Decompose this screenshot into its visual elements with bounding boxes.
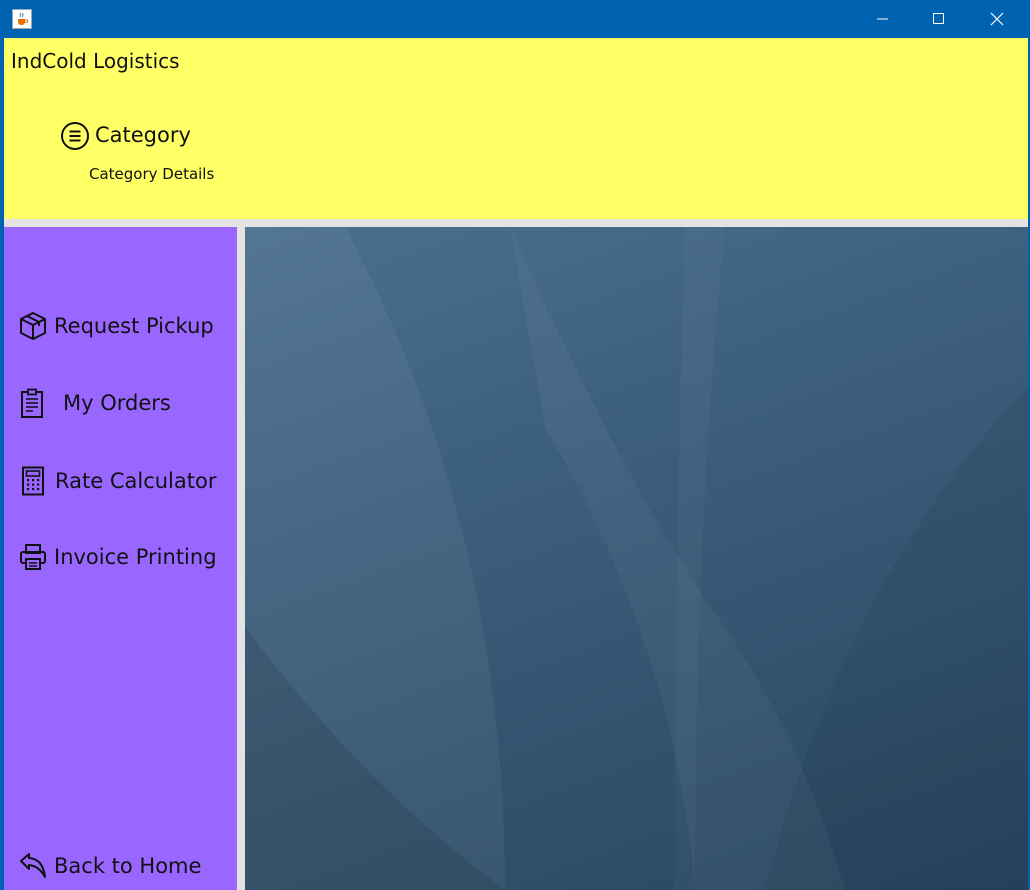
maximize-button[interactable] (910, 0, 968, 38)
page-title: Category (95, 123, 191, 147)
sidebar-item-label: Invoice Printing (54, 545, 217, 569)
list-circle-icon (61, 122, 89, 150)
back-to-home-button[interactable]: Back to Home (4, 846, 237, 886)
sidebar-item-request-pickup[interactable]: Request Pickup (4, 306, 237, 346)
minimize-icon (877, 18, 888, 20)
sidebar-item-label: Request Pickup (54, 314, 214, 338)
app-window: IndCold Logistics Category Category Deta… (0, 0, 1030, 890)
page-subtitle: Category Details (89, 165, 215, 183)
close-icon (990, 12, 1004, 26)
background-wallpaper (245, 227, 1028, 890)
back-arrow-icon (20, 853, 46, 878)
java-cup-icon[interactable] (12, 9, 32, 29)
sidebar-item-my-orders[interactable]: My Orders (4, 383, 237, 423)
close-button[interactable] (968, 0, 1026, 38)
sidebar-item-label: Rate Calculator (55, 469, 217, 493)
content-panel (245, 227, 1028, 890)
sidebar-item-invoice-printing[interactable]: Invoice Printing (4, 537, 237, 577)
sidebar-item-rate-calculator[interactable]: Rate Calculator (4, 461, 237, 501)
title-bar[interactable] (0, 0, 1030, 38)
printer-icon (20, 544, 46, 570)
app-title: IndCold Logistics (11, 49, 180, 73)
sidebar-item-label: My Orders (63, 391, 171, 415)
maximize-icon (933, 13, 944, 24)
back-to-home-label: Back to Home (54, 854, 202, 878)
minimize-button[interactable] (854, 0, 912, 38)
header-panel: IndCold Logistics Category Category Deta… (4, 38, 1028, 219)
calculator-icon (22, 466, 44, 496)
sidebar: Request Pickup My Orders Rate Calculator… (4, 227, 237, 890)
clipboard-icon (21, 388, 43, 418)
client-area: IndCold Logistics Category Category Deta… (4, 38, 1028, 890)
package-icon (20, 312, 46, 340)
